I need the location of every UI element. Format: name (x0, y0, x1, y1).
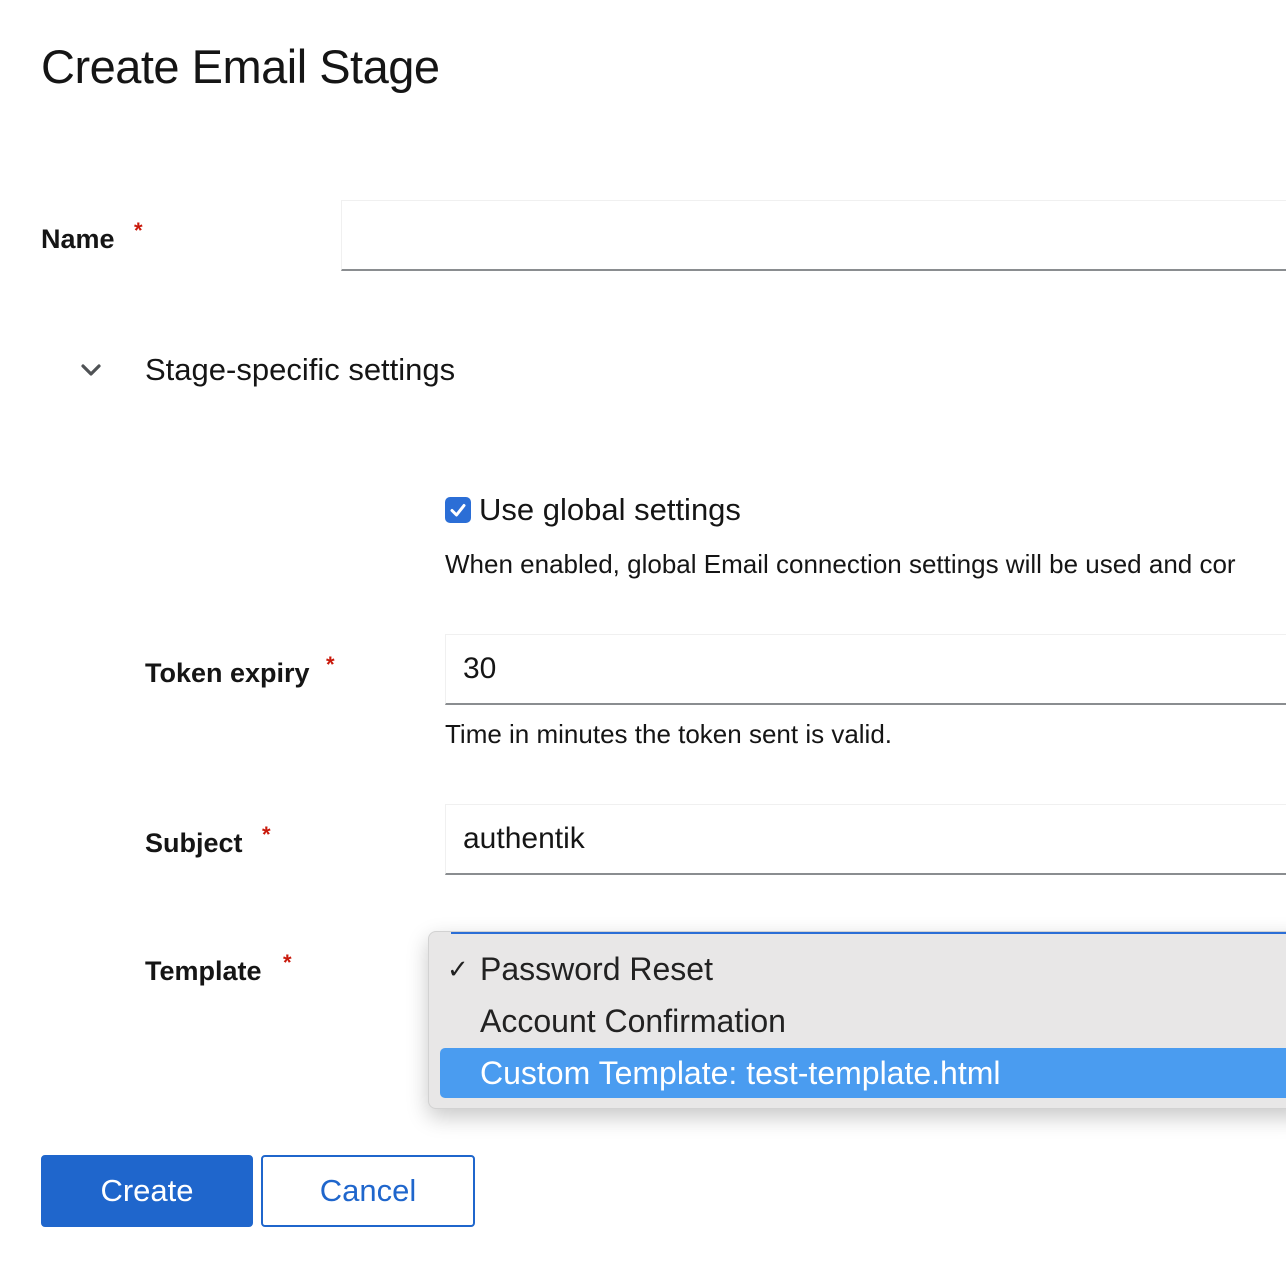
template-option-custom[interactable]: Custom Template: test-template.html (440, 1048, 1286, 1098)
subject-label: Subject * (145, 824, 271, 858)
use-global-settings-label: Use global settings (479, 492, 741, 527)
option-label: Account Confirmation (480, 1002, 786, 1039)
required-marker: * (262, 822, 271, 847)
required-marker: * (283, 950, 292, 975)
use-global-settings-helper: When enabled, global Email connection se… (445, 549, 1236, 579)
token-expiry-helper: Time in minutes the token sent is valid. (445, 719, 893, 749)
stage-settings-toggle[interactable]: Stage-specific settings (76, 352, 455, 388)
page-title: Create Email Stage (41, 40, 440, 93)
use-global-settings-checkbox[interactable] (445, 497, 471, 523)
name-label-text: Name (41, 224, 115, 254)
section-title: Stage-specific settings (145, 352, 456, 387)
subject-label-text: Subject (145, 828, 243, 858)
token-expiry-label-text: Token expiry (145, 658, 310, 688)
checkmark-icon (450, 504, 466, 517)
name-input[interactable] (341, 200, 1286, 271)
template-dropdown-menu[interactable]: ✓ Password Reset Account Confirmation Cu… (428, 931, 1286, 1109)
template-option-password-reset[interactable]: ✓ Password Reset (440, 944, 1286, 994)
select-focus-line (451, 932, 1286, 934)
template-label: Template * (145, 952, 292, 986)
cancel-button[interactable]: Cancel (261, 1155, 475, 1227)
template-label-text: Template (145, 956, 262, 986)
template-option-account-confirmation[interactable]: Account Confirmation (440, 996, 1286, 1046)
required-marker: * (326, 652, 335, 677)
required-marker: * (134, 218, 143, 243)
token-expiry-label: Token expiry * (145, 654, 335, 688)
token-expiry-input[interactable] (445, 634, 1286, 705)
option-label: Custom Template: test-template.html (480, 1054, 1001, 1091)
checkmark-icon: ✓ (447, 953, 469, 984)
name-label: Name * (41, 220, 143, 254)
subject-input[interactable] (445, 804, 1286, 875)
option-label: Password Reset (480, 950, 713, 987)
use-global-settings-row[interactable]: Use global settings (445, 492, 741, 528)
create-button[interactable]: Create (41, 1155, 253, 1227)
chevron-down-icon (76, 355, 106, 385)
